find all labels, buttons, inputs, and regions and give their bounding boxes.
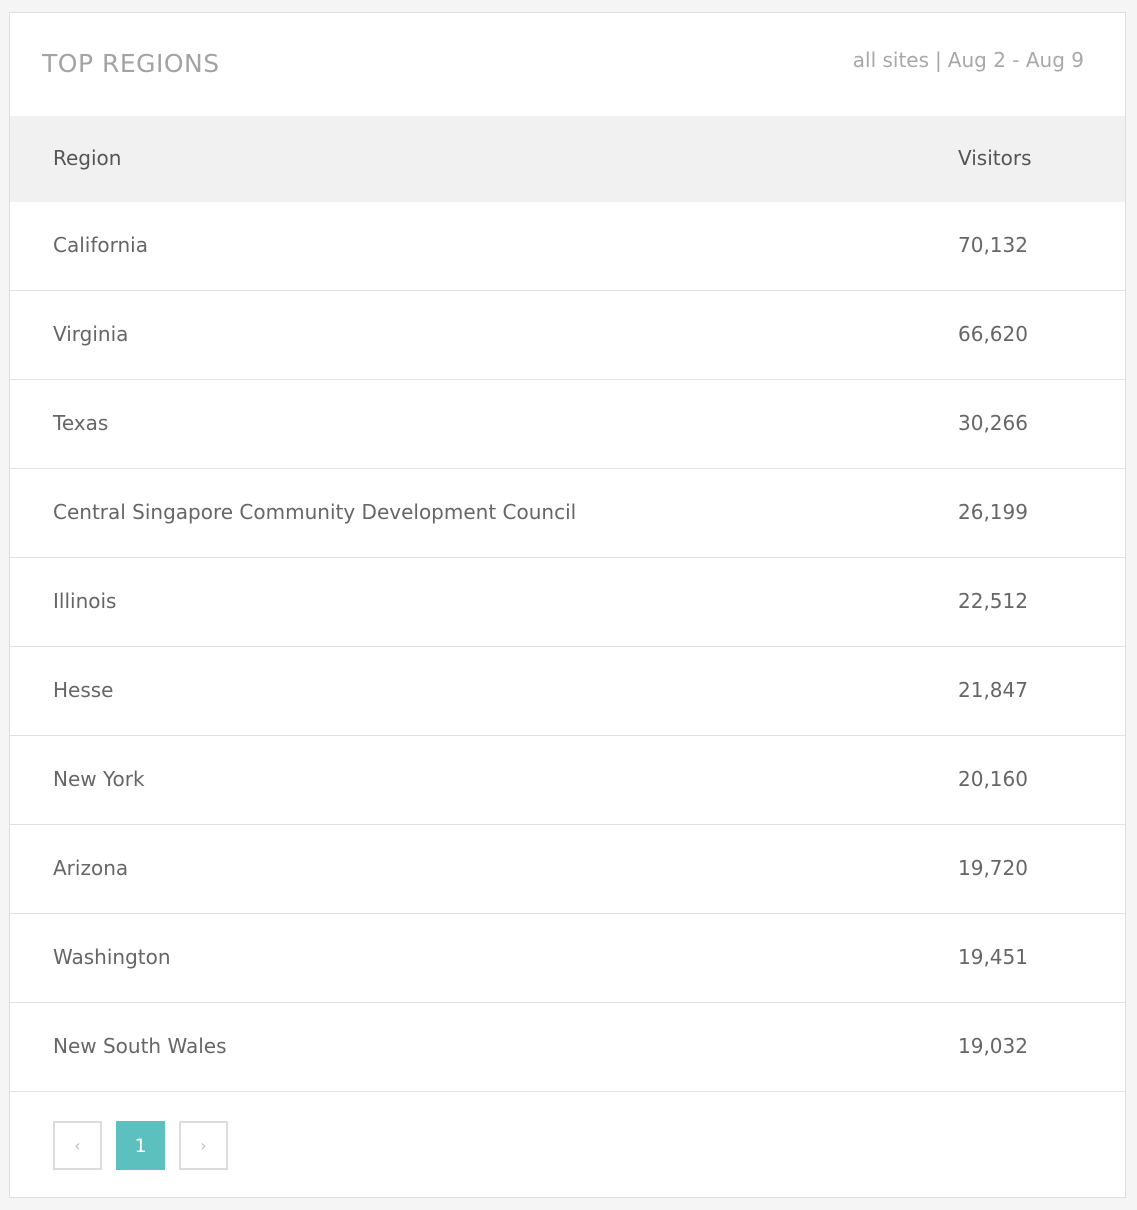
table-row: New South Wales 19,032 [10,1003,1125,1092]
scope-label: all sites [852,48,930,72]
table-header: Region Visitors [10,116,1125,202]
top-regions-panel: TOP REGIONS all sites | Aug 2 - Aug 9 Regi… [9,12,1126,1198]
table-row: Illinois 22,512 [10,558,1125,647]
region-cell: California [53,233,148,257]
table-body: California 70,132 Virginia 66,620 Texas … [10,202,1125,1092]
table-row: Texas 30,266 [10,380,1125,469]
visitors-cell: 21,847 [958,678,1028,702]
table-row: Central Singapore Community Development … [10,469,1125,558]
table-row: New York 20,160 [10,736,1125,825]
chevron-right-icon: › [200,1136,207,1155]
table-row: Hesse 21,847 [10,647,1125,736]
visitors-cell: 26,199 [958,500,1028,524]
table-row: Washington 19,451 [10,914,1125,1003]
visitors-cell: 70,132 [958,233,1028,257]
region-cell: Texas [53,411,109,435]
date-range-label: Aug 2 - Aug 9 [947,48,1084,72]
region-cell: Illinois [53,589,117,613]
visitors-cell: 19,720 [958,856,1028,880]
region-cell: Hesse [53,678,114,702]
table-row: California 70,132 [10,202,1125,291]
panel-header: TOP REGIONS all sites | Aug 2 - Aug 9 [10,13,1125,116]
region-cell: New South Wales [53,1034,227,1058]
visitors-cell: 20,160 [958,767,1028,791]
panel-title: TOP REGIONS [42,49,220,78]
visitors-cell: 19,032 [958,1034,1028,1058]
region-cell: New York [53,767,145,791]
column-header-region[interactable]: Region [53,146,121,170]
chevron-left-icon: ‹ [74,1136,81,1155]
visitors-cell: 66,620 [958,322,1028,346]
visitors-cell: 22,512 [958,589,1028,613]
table-row: Virginia 66,620 [10,291,1125,380]
visitors-cell: 19,451 [958,945,1028,969]
column-header-visitors[interactable]: Visitors [958,146,1032,170]
visitors-cell: 30,266 [958,411,1028,435]
meta-separator: | [935,48,942,72]
panel-date-info: all sites | Aug 2 - Aug 9 [853,48,1084,72]
table-row: Arizona 19,720 [10,825,1125,914]
next-page-button[interactable]: › [179,1121,228,1170]
region-cell: Virginia [53,322,129,346]
prev-page-button[interactable]: ‹ [53,1121,102,1170]
region-cell: Central Singapore Community Development … [53,500,577,524]
region-cell: Arizona [53,856,129,880]
page-1-button[interactable]: 1 [116,1121,165,1170]
region-cell: Washington [53,945,171,969]
